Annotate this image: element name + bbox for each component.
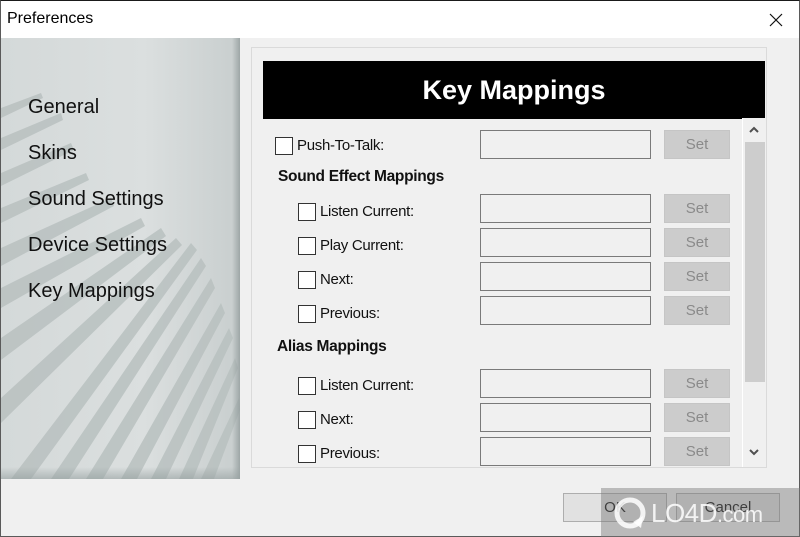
- sfx-play-current-set-button[interactable]: Set: [664, 228, 730, 257]
- sfx-next-checkbox[interactable]: [298, 271, 316, 289]
- sidebar-nav: General Skins Sound Settings Device Sett…: [28, 94, 167, 324]
- sfx-previous-label: Previous:: [320, 305, 380, 322]
- alias-next-checkbox[interactable]: [298, 411, 316, 429]
- alias-listen-current-label: Listen Current:: [320, 377, 414, 394]
- close-button[interactable]: [753, 1, 799, 38]
- chevron-up-icon: [749, 126, 759, 133]
- alias-previous-key-input[interactable]: [480, 437, 651, 466]
- push-to-talk-checkbox[interactable]: [275, 137, 293, 155]
- window-title: Preferences: [7, 10, 94, 27]
- sfx-previous-set-button[interactable]: Set: [664, 296, 730, 325]
- alias-mappings-heading: Alias Mappings: [277, 338, 387, 355]
- close-icon: [769, 13, 783, 26]
- sfx-listen-current-label: Listen Current:: [320, 203, 414, 220]
- vertical-scrollbar[interactable]: [742, 118, 765, 467]
- key-mappings-panel: Key Mappings Push-To-Talk: Set Sound Eff…: [251, 47, 767, 468]
- sidebar-item-key-mappings[interactable]: Key Mappings: [28, 278, 167, 324]
- scroll-up-button[interactable]: [743, 118, 765, 140]
- push-to-talk-label: Push-To-Talk:: [297, 137, 384, 154]
- sidebar-item-device-settings[interactable]: Device Settings: [28, 232, 167, 278]
- alias-listen-current-key-input[interactable]: [480, 369, 651, 398]
- mappings-scroll-area: Push-To-Talk: Set Sound Effect Mappings …: [252, 119, 742, 467]
- alias-previous-checkbox[interactable]: [298, 445, 316, 463]
- sfx-previous-checkbox[interactable]: [298, 305, 316, 323]
- sidebar: General Skins Sound Settings Device Sett…: [1, 38, 240, 479]
- watermark-suffix: .com: [716, 501, 763, 527]
- preferences-window: Preferences General Skins Sound Settings…: [0, 0, 800, 537]
- scroll-thumb[interactable]: [745, 142, 765, 382]
- sidebar-edge-shadow: [232, 38, 240, 479]
- chevron-down-icon: [749, 448, 759, 455]
- sound-effect-mappings-heading: Sound Effect Mappings: [278, 168, 444, 185]
- alias-previous-label: Previous:: [320, 445, 380, 462]
- scroll-down-button[interactable]: [743, 441, 765, 463]
- alias-listen-current-set-button[interactable]: Set: [664, 369, 730, 398]
- sfx-next-set-button[interactable]: Set: [664, 262, 730, 291]
- sfx-next-key-input[interactable]: [480, 262, 651, 291]
- push-to-talk-key-input[interactable]: [480, 130, 651, 159]
- watermark: LO4D.com: [601, 488, 800, 537]
- watermark-text: LO4D.com: [651, 498, 763, 529]
- sidebar-item-skins[interactable]: Skins: [28, 140, 167, 186]
- panel-title: Key Mappings: [422, 74, 606, 105]
- alias-next-key-input[interactable]: [480, 403, 651, 432]
- sfx-listen-current-checkbox[interactable]: [298, 203, 316, 221]
- alias-previous-set-button[interactable]: Set: [664, 437, 730, 466]
- sfx-listen-current-set-button[interactable]: Set: [664, 194, 730, 223]
- alias-next-label: Next:: [320, 411, 354, 428]
- panel-header: Key Mappings: [263, 61, 765, 119]
- watermark-brand: LO4D: [651, 497, 717, 528]
- sidebar-item-sound-settings[interactable]: Sound Settings: [28, 186, 167, 232]
- alias-listen-current-checkbox[interactable]: [298, 377, 316, 395]
- push-to-talk-set-button[interactable]: Set: [664, 130, 730, 159]
- alias-next-set-button[interactable]: Set: [664, 403, 730, 432]
- sfx-play-current-checkbox[interactable]: [298, 237, 316, 255]
- sfx-listen-current-key-input[interactable]: [480, 194, 651, 223]
- sfx-play-current-key-input[interactable]: [480, 228, 651, 257]
- sidebar-bottom-shadow: [1, 467, 240, 479]
- sfx-play-current-label: Play Current:: [320, 237, 404, 254]
- watermark-logo-icon: [614, 497, 646, 529]
- sfx-next-label: Next:: [320, 271, 354, 288]
- title-bar: Preferences: [1, 1, 799, 38]
- sfx-previous-key-input[interactable]: [480, 296, 651, 325]
- sidebar-item-general[interactable]: General: [28, 94, 167, 140]
